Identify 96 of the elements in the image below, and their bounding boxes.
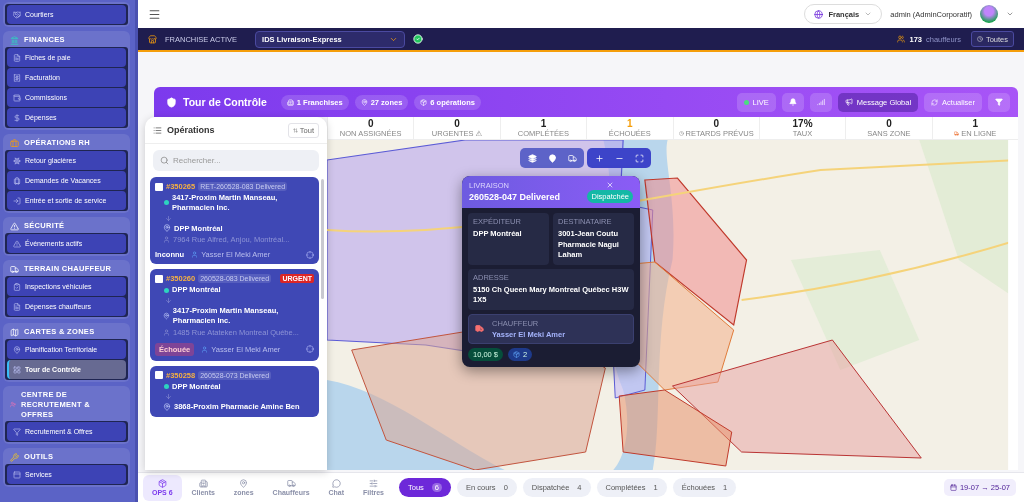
fullscreen-icon — [634, 153, 644, 163]
stats-button[interactable] — [809, 92, 832, 112]
check-circle-icon — [413, 34, 424, 44]
globe-icon — [814, 9, 824, 19]
checkbox[interactable] — [155, 274, 163, 283]
store-icon — [148, 34, 157, 44]
truck-icon — [475, 324, 484, 333]
origin-dot — [164, 383, 169, 389]
arrow-down-icon — [165, 297, 172, 304]
item-icon — [13, 470, 21, 479]
item-icon — [13, 302, 21, 311]
nav-icon — [157, 479, 167, 488]
origin-dot — [164, 287, 169, 293]
origin-dot — [164, 200, 169, 206]
package-icon — [513, 350, 521, 358]
section-icon — [10, 452, 19, 462]
plus-icon — [594, 153, 604, 163]
stat-value: 1 — [972, 118, 979, 129]
signal-icon — [816, 98, 825, 106]
sort-icon — [292, 127, 298, 133]
section-icon — [10, 221, 19, 231]
item-icon — [13, 93, 21, 102]
chip-icon — [360, 98, 368, 106]
refresh-icon — [931, 98, 939, 106]
item-icon — [13, 365, 21, 374]
stat-value: 17% — [792, 118, 813, 129]
stat-value: 0 — [454, 118, 460, 129]
pin-icon — [163, 224, 171, 233]
nav-icon — [239, 479, 249, 488]
stat-value: 1 — [627, 118, 633, 129]
person-icon — [201, 345, 209, 353]
nav-icon — [198, 479, 208, 488]
item-icon — [13, 113, 21, 122]
panel-title: Opérations — [153, 125, 215, 135]
item-icon — [13, 10, 21, 19]
arrow-down-icon — [165, 214, 172, 222]
item-icon — [13, 196, 21, 205]
item-icon — [13, 176, 21, 185]
pin-icon — [163, 403, 171, 412]
person-icon — [163, 236, 170, 244]
person-icon — [163, 328, 170, 336]
pin-icon — [547, 153, 557, 163]
page-title: Tour de Contrôle — [183, 96, 267, 108]
live-dot — [743, 99, 749, 105]
checkbox[interactable] — [155, 371, 163, 379]
clock-icon — [678, 131, 684, 136]
stat-value: 0 — [367, 118, 374, 129]
section-icon — [10, 138, 19, 148]
section-icon — [10, 400, 17, 410]
stat-value: 1 — [540, 118, 547, 129]
section-icon — [10, 35, 19, 45]
crosshair-icon[interactable] — [306, 250, 314, 259]
popup-title: 260528-047 Delivered — [469, 192, 561, 202]
item-icon — [13, 156, 21, 165]
list-icon — [153, 125, 162, 135]
arrow-down-icon — [165, 393, 172, 401]
chip-icon — [420, 98, 428, 106]
avatar[interactable] — [980, 5, 998, 23]
chip-icon — [286, 98, 294, 106]
chevron-icon[interactable] — [1006, 10, 1014, 18]
stat-value: 0 — [713, 118, 719, 129]
item-icon — [13, 345, 21, 354]
shield-icon — [166, 96, 177, 108]
users-icon — [897, 35, 906, 43]
checkbox[interactable] — [155, 182, 163, 191]
filter-icon — [995, 98, 1003, 106]
search-field[interactable]: Rechercher... — [153, 150, 319, 171]
item-icon — [13, 53, 21, 62]
person-icon — [191, 251, 199, 259]
truck-icon — [954, 131, 960, 136]
truck-icon — [567, 153, 577, 163]
bell-icon — [788, 98, 797, 106]
section-icon — [10, 264, 19, 274]
close-icon — [606, 181, 615, 189]
item-icon — [13, 427, 21, 436]
nav-icon — [286, 479, 296, 488]
chevron-icon — [864, 10, 873, 18]
pin-icon — [163, 311, 170, 320]
stat-value: 0 — [886, 118, 892, 129]
filter-button[interactable] — [988, 92, 1010, 112]
menu-icon[interactable] — [148, 7, 161, 21]
nav-icon — [331, 479, 341, 488]
nav-icon — [369, 479, 378, 488]
item-icon — [13, 73, 21, 82]
layers-icon — [527, 153, 537, 163]
item-icon — [13, 239, 21, 248]
section-icon — [10, 327, 19, 337]
search-icon — [160, 156, 169, 165]
scrollbar-thumb[interactable] — [321, 179, 324, 299]
notifications-button[interactable] — [781, 92, 804, 112]
item-icon — [13, 282, 21, 291]
megaphone-icon — [844, 98, 853, 106]
calendar-icon — [949, 484, 957, 491]
close-button[interactable] — [606, 181, 615, 189]
clock-icon — [976, 36, 983, 42]
crosshair-icon[interactable] — [306, 345, 314, 353]
